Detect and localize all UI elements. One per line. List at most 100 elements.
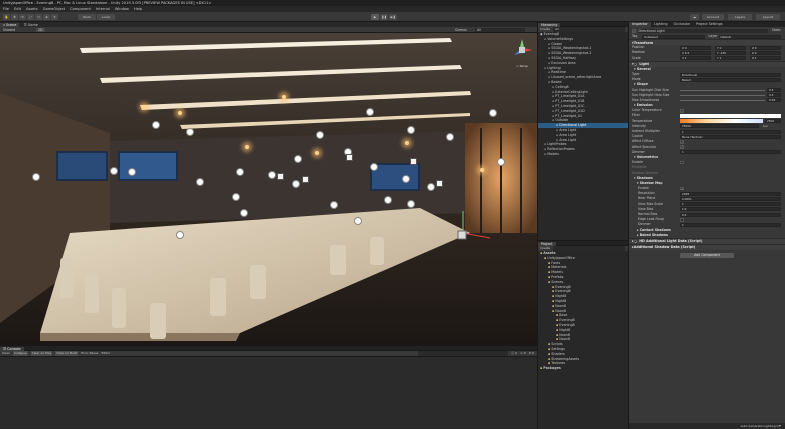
dimmer-field[interactable]: 1: [680, 150, 781, 155]
tab-inspector[interactable]: Inspector: [629, 22, 651, 27]
light-gizmo-icon[interactable]: [354, 217, 362, 225]
affect-specular-checkbox[interactable]: ✓: [680, 145, 684, 149]
object-active-checkbox[interactable]: ✓: [632, 29, 636, 33]
local-toggle[interactable]: Local: [97, 14, 115, 20]
hand-tool-icon[interactable]: ✋: [3, 14, 10, 20]
console-clear-on-play-toggle[interactable]: Clear on Play: [30, 351, 53, 356]
filter-color-field[interactable]: [680, 114, 781, 119]
shading-mode-dropdown[interactable]: Shaded: [3, 28, 15, 32]
console-collapse-toggle[interactable]: Collapse: [12, 351, 28, 356]
light-gizmo-icon[interactable]: [497, 158, 505, 166]
edge-leak-checkbox[interactable]: [680, 218, 684, 222]
light-gizmo-icon[interactable]: [110, 167, 118, 175]
pivot-toggle[interactable]: Pivot: [78, 14, 96, 20]
2d-toggle[interactable]: 2D: [36, 28, 45, 32]
custom-tool-icon[interactable]: ✕: [51, 14, 58, 20]
orientation-gizmo[interactable]: < Persp: [510, 37, 534, 71]
shadow-data-header[interactable]: ▸ Additional Shadow Data (Script): [629, 243, 785, 250]
warning-count-icon[interactable]: ⚠ 0: [520, 351, 526, 356]
transform-scale-z-field[interactable]: Z 1: [750, 56, 781, 61]
dimmer2-field[interactable]: 1: [680, 222, 781, 227]
light-gizmo-icon[interactable]: [152, 121, 160, 129]
light-gizmo-icon[interactable]: [186, 128, 194, 136]
hd-light-enabled-checkbox[interactable]: ✓: [633, 239, 637, 244]
view-bias-field[interactable]: 1.0: [680, 207, 781, 212]
light-gizmo-icon[interactable]: [489, 109, 497, 117]
temperature-slider[interactable]: [680, 119, 763, 124]
collab-cloud-icon[interactable]: ☁: [690, 14, 699, 20]
near-plane-field[interactable]: 0.0001: [680, 197, 781, 202]
project-search-input[interactable]: [552, 246, 625, 251]
play-button[interactable]: ▶: [371, 14, 379, 20]
shape-row-slider[interactable]: [680, 94, 765, 96]
transform-rotation-x-field[interactable]: X 6.5: [680, 50, 711, 55]
layer-dropdown[interactable]: Default: [718, 34, 781, 39]
layers-dropdown[interactable]: Layers: [728, 14, 752, 20]
mode-dropdown[interactable]: Baked: [680, 77, 781, 82]
move-tool-icon[interactable]: ✥: [11, 14, 18, 20]
light-gizmo-icon[interactable]: [370, 163, 378, 171]
temperature-field[interactable]: 2500: [765, 119, 781, 124]
color-temp-checkbox[interactable]: ✓: [680, 109, 684, 113]
light-gizmo-icon[interactable]: [427, 183, 435, 191]
light-gizmo-icon[interactable]: [240, 209, 248, 217]
layout-dropdown[interactable]: Layout: [756, 14, 780, 20]
light-gizmo-icon[interactable]: [232, 193, 240, 201]
console-clear-button[interactable]: Clear: [2, 351, 10, 356]
probe-gizmo-icon[interactable]: [346, 154, 353, 161]
scene-search-input[interactable]: All: [475, 28, 525, 32]
cookie-field[interactable]: None (Texture): [680, 134, 781, 139]
hierarchy-search-input[interactable]: All: [552, 27, 625, 32]
object-name-field[interactable]: Directional Light: [637, 29, 768, 33]
tab-occlusion[interactable]: Occlusion: [671, 22, 693, 27]
projection-label[interactable]: < Persp: [510, 64, 534, 68]
sm-enable-checkbox[interactable]: ✓: [680, 186, 684, 191]
affect-diffuse-checkbox[interactable]: ✓: [680, 140, 684, 144]
view-bias-scale-field[interactable]: 1: [680, 202, 781, 207]
light-gizmo-icon[interactable]: [330, 201, 338, 209]
transform-position-z-field[interactable]: Z 0: [750, 45, 781, 50]
type-dropdown[interactable]: Directional: [680, 72, 781, 77]
transform-position-x-field[interactable]: X 0: [680, 45, 711, 50]
light-gizmo-icon[interactable]: [236, 168, 244, 176]
error-count-icon[interactable]: ⊘ 0: [529, 351, 534, 356]
light-gizmo-icon[interactable]: [268, 171, 276, 179]
transform-position-y-field[interactable]: Y 0: [715, 45, 746, 50]
light-gizmo-icon[interactable]: [128, 168, 136, 176]
light-gizmo-icon[interactable]: [384, 196, 392, 204]
light-gizmo-icon[interactable]: [316, 131, 324, 139]
light-gizmo-icon[interactable]: [292, 180, 300, 188]
normal-bias-field[interactable]: 0.5: [680, 212, 781, 217]
tab-project-settings[interactable]: Project Settings: [693, 22, 726, 27]
log-count-icon[interactable]: ⓘ 0: [511, 351, 517, 356]
vol-enable-checkbox[interactable]: [680, 160, 684, 165]
pause-button[interactable]: ❚❚: [380, 14, 388, 20]
console-log-area[interactable]: [0, 356, 537, 428]
transform-rotation-z-field[interactable]: Z 0: [750, 50, 781, 55]
step-button[interactable]: ▶❚: [389, 14, 397, 20]
shape-row-field[interactable]: 0.5: [767, 88, 781, 93]
rotate-tool-icon[interactable]: ↻: [19, 14, 26, 20]
project-item[interactable]: ▪ Packages: [538, 366, 628, 371]
console-editor-dropdown[interactable]: Editor: [101, 351, 110, 356]
transform-scale-x-field[interactable]: X 1: [680, 56, 711, 61]
scale-tool-icon[interactable]: ⤢: [27, 14, 34, 20]
light-gizmo-icon[interactable]: [446, 133, 454, 141]
shape-row-field[interactable]: 0.5: [767, 93, 781, 98]
scene-view[interactable]: < Persp: [0, 33, 537, 345]
light-gizmo-icon[interactable]: [294, 155, 302, 163]
transform-scale-y-field[interactable]: Y 1: [715, 56, 746, 61]
probe-gizmo-icon[interactable]: [277, 173, 284, 180]
probe-gizmo-icon[interactable]: [410, 158, 417, 165]
add-component-button[interactable]: Add Component: [680, 252, 734, 258]
shape-row-slider[interactable]: [680, 89, 765, 91]
console-clear-on-build-toggle[interactable]: Clear on Build: [55, 351, 79, 356]
intensity-field[interactable]: 25000: [680, 124, 759, 129]
tab-lighting[interactable]: Lighting: [651, 22, 671, 27]
indirect-multiplier-field[interactable]: 1: [680, 129, 781, 134]
account-dropdown[interactable]: Account: [702, 14, 724, 20]
resolution-field[interactable]: 2048: [680, 191, 781, 196]
probe-gizmo-icon[interactable]: [302, 176, 309, 183]
light-enabled-checkbox[interactable]: ✓: [633, 62, 637, 66]
transform-rotation-y-field[interactable]: Y -130: [715, 50, 746, 55]
